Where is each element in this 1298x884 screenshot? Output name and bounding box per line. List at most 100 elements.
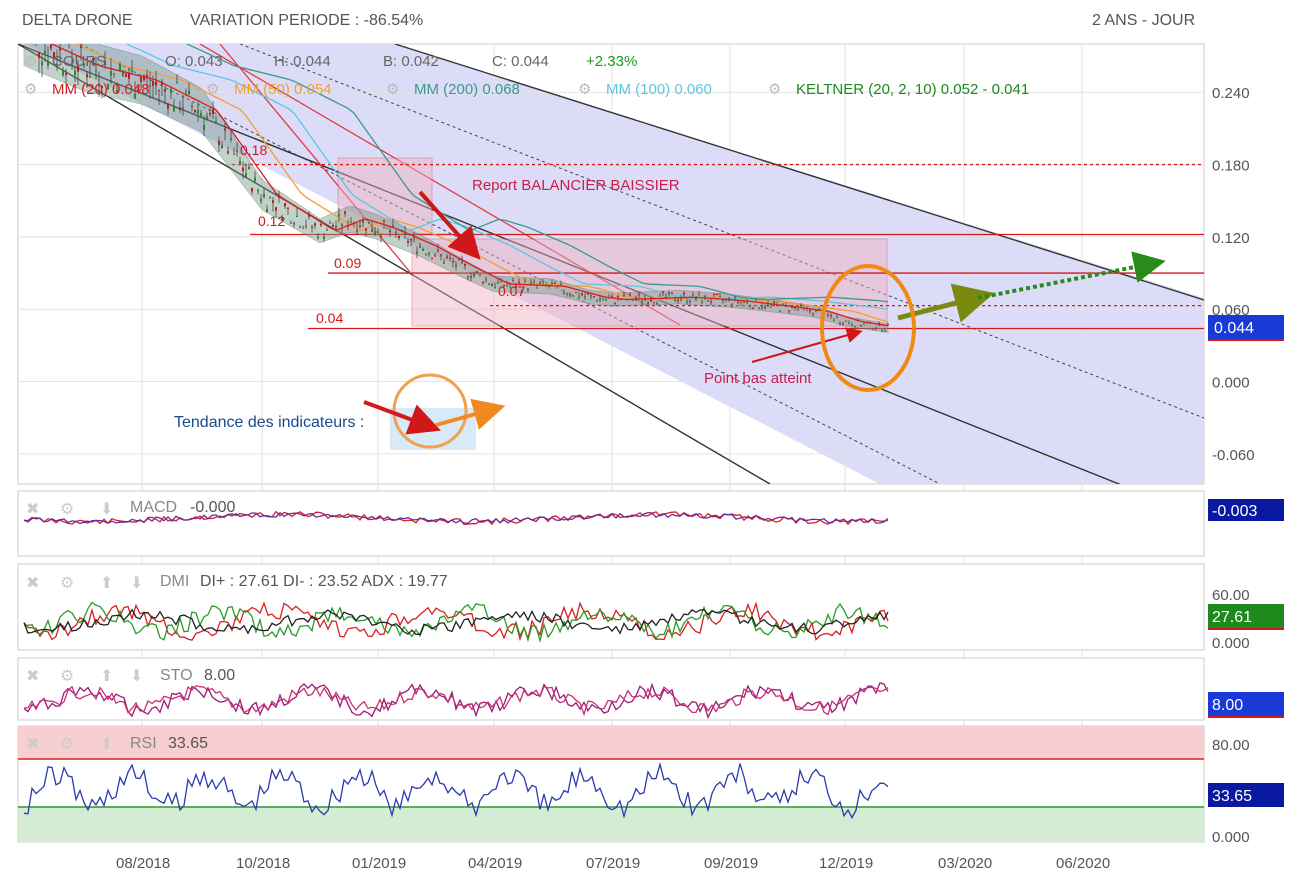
legend-change: +2.33% xyxy=(586,53,637,70)
dmi-value: DI+ : 27.61 DI- : 23.52 ADX : 19.77 xyxy=(200,573,448,590)
candle-body xyxy=(215,120,217,124)
candle-body xyxy=(431,258,433,260)
rsi-tick-high: 80.00 xyxy=(1212,737,1250,754)
close-icon[interactable]: ✖ xyxy=(26,575,39,592)
candle-body xyxy=(755,299,757,301)
level-label-007: 0.07 xyxy=(498,283,525,299)
candle-body xyxy=(23,38,25,42)
candle-body xyxy=(686,301,688,303)
arrow-down-icon[interactable]: ⬇ xyxy=(100,501,113,518)
candle-body xyxy=(320,223,322,226)
dmi-badge-value: 27.61 xyxy=(1212,609,1252,626)
macd-badge-value: -0.003 xyxy=(1212,503,1257,520)
candle-body xyxy=(701,302,703,304)
candle-body xyxy=(119,63,121,71)
gear-icon[interactable]: ⚙ xyxy=(60,501,74,518)
candle-body xyxy=(383,220,385,222)
candle-body xyxy=(863,323,865,325)
candle-body xyxy=(275,207,277,211)
candle-body xyxy=(200,112,202,118)
sto-label: STO xyxy=(160,667,193,684)
candle-body xyxy=(860,325,862,327)
candle-body xyxy=(314,223,316,226)
candle-body xyxy=(737,301,739,303)
candle-body xyxy=(350,222,352,224)
report-label: Report BALANCIER BAISSIER xyxy=(472,177,680,194)
candle-body xyxy=(743,301,745,303)
candle-body xyxy=(761,307,763,309)
legend-low: B: 0.042 xyxy=(383,53,439,70)
candle-body xyxy=(656,302,658,305)
candle-body xyxy=(29,33,31,37)
sto-value: 8.00 xyxy=(204,667,235,684)
candle-body xyxy=(674,299,676,302)
candle-body xyxy=(653,302,655,304)
legend-cours: COURS xyxy=(52,53,106,70)
candle-body xyxy=(257,189,259,192)
candle-body xyxy=(746,301,748,304)
arrow-up-icon[interactable]: ⬆ xyxy=(100,668,113,685)
candle-body xyxy=(473,274,475,277)
candle-body xyxy=(773,301,775,303)
gear-icon[interactable]: ⚙ xyxy=(60,736,74,753)
candle-body xyxy=(884,330,886,332)
arrow-up-icon[interactable]: ⬆ xyxy=(100,575,113,592)
gear-icon[interactable]: ⚙ xyxy=(578,81,591,98)
candle-body xyxy=(698,294,700,296)
candle-body xyxy=(68,41,70,42)
candle-body xyxy=(338,214,340,217)
candle-body xyxy=(749,305,751,307)
candle-body xyxy=(26,37,28,42)
candle-body xyxy=(422,249,424,251)
candle-body xyxy=(398,235,400,239)
arrow-down-icon[interactable]: ⬇ xyxy=(130,575,143,592)
candle-body xyxy=(854,326,856,328)
candle-body xyxy=(179,107,181,110)
candle-body xyxy=(248,166,250,170)
candle-body xyxy=(305,225,307,227)
gear-icon[interactable]: ⚙ xyxy=(768,81,781,98)
candle-body xyxy=(233,153,235,155)
gear-icon[interactable]: ⚙ xyxy=(60,668,74,685)
candle-body xyxy=(296,215,298,217)
gear-icon[interactable]: ⚙ xyxy=(386,81,399,98)
legend-mm100: MM (100) 0.060 xyxy=(606,81,712,98)
close-icon[interactable]: ✖ xyxy=(26,668,39,685)
candle-body xyxy=(446,256,448,258)
candle-body xyxy=(617,295,619,298)
candle-body xyxy=(89,75,91,78)
candle-body xyxy=(488,283,490,286)
gear-icon[interactable]: ⚙ xyxy=(206,81,219,98)
candle-body xyxy=(236,150,238,152)
gear-icon[interactable]: ⚙ xyxy=(24,81,37,98)
candle-body xyxy=(404,233,406,235)
candle-body xyxy=(728,297,730,299)
dmi-tick-low: 0.000 xyxy=(1212,635,1250,652)
candle-body xyxy=(629,294,631,296)
candle-body xyxy=(203,125,205,130)
candle-body xyxy=(170,89,172,94)
gear-icon[interactable]: ⚙ xyxy=(24,53,37,70)
candle-body xyxy=(224,128,226,131)
arrow-down-icon[interactable]: ⬇ xyxy=(130,668,143,685)
candle-body xyxy=(32,36,34,40)
candle-body xyxy=(212,109,214,114)
candle-body xyxy=(680,298,682,300)
arrow-up-icon[interactable]: ⬆ xyxy=(100,736,113,753)
legend-mm50: MM (50) 0.054 xyxy=(234,81,332,98)
candle-body xyxy=(245,173,247,177)
macd-value: -0.000 xyxy=(190,499,235,516)
candle-body xyxy=(131,69,133,72)
tendance-label: Tendance des indicateurs : xyxy=(174,414,364,431)
candle-body xyxy=(848,323,850,325)
dmi-label: DMI xyxy=(160,573,189,590)
candle-body xyxy=(779,310,781,312)
close-icon[interactable]: ✖ xyxy=(26,736,39,753)
gear-icon[interactable]: ⚙ xyxy=(60,575,74,592)
candle-body xyxy=(317,236,319,239)
x-tick-label: 06/2020 xyxy=(1056,855,1110,872)
close-icon[interactable]: ✖ xyxy=(26,501,39,518)
candle-body xyxy=(662,291,664,293)
candle-body xyxy=(677,299,679,301)
candle-body xyxy=(290,222,292,224)
